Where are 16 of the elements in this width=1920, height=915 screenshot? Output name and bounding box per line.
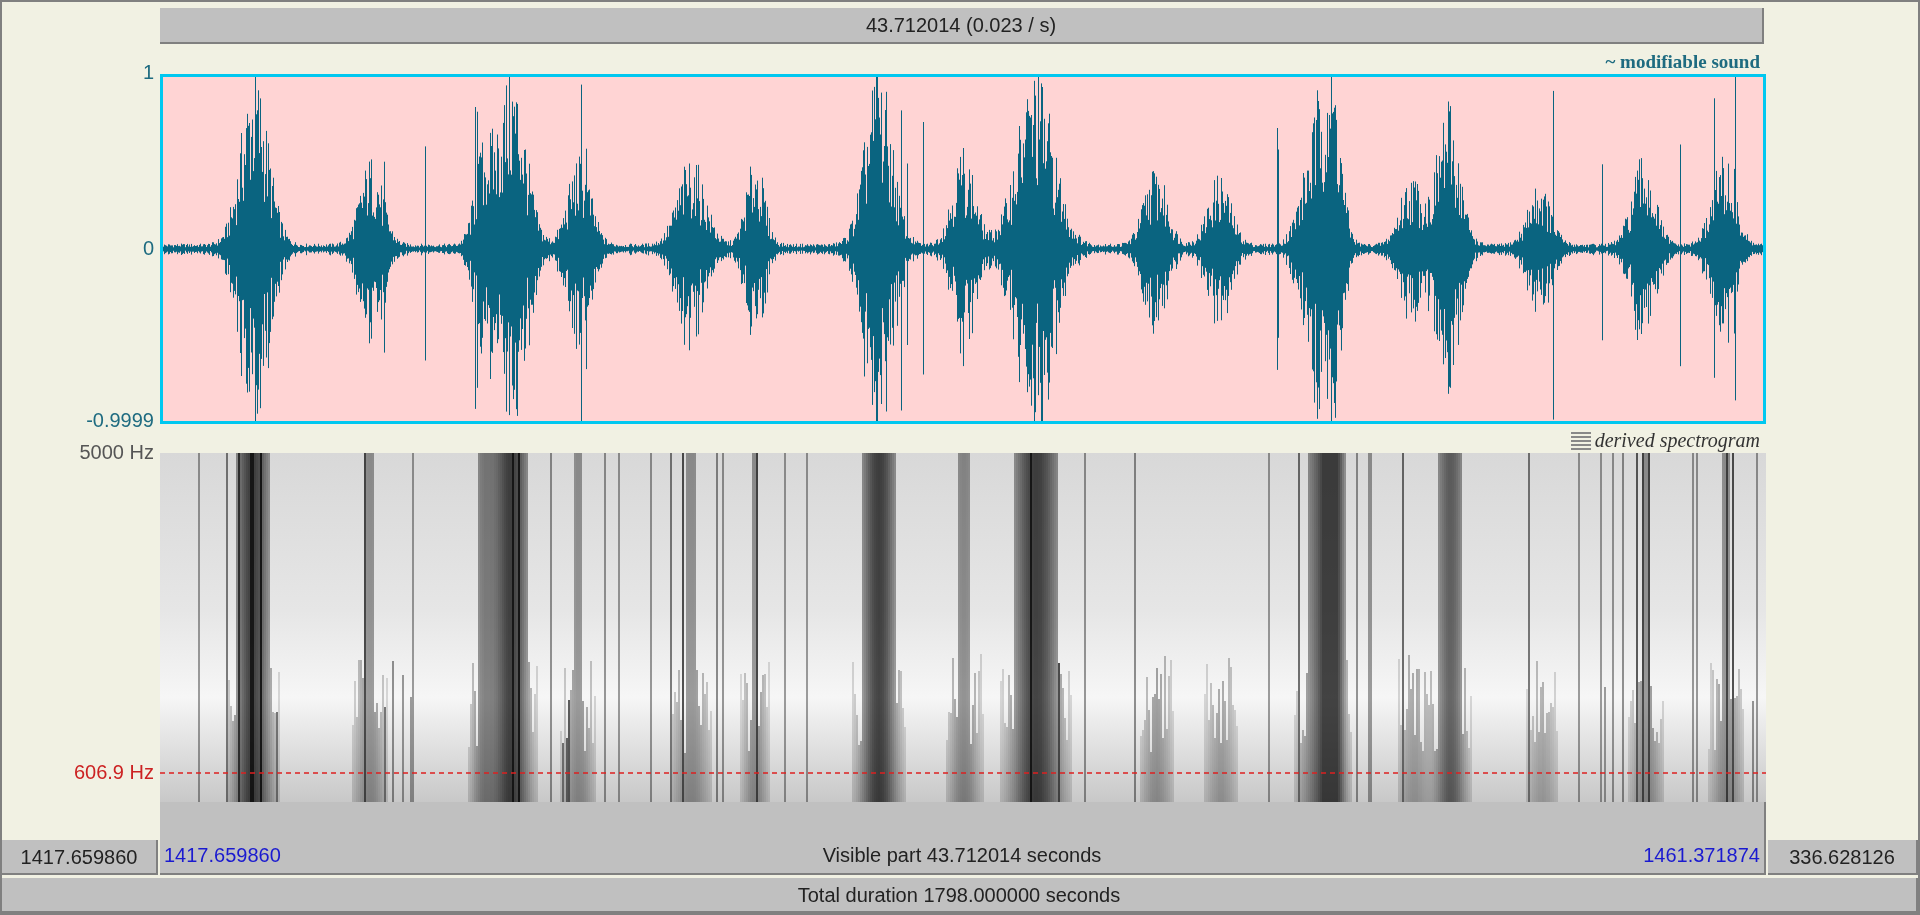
spectrogram-label: derived spectrogram — [1594, 430, 1760, 450]
axis-max-label: 1 — [142, 62, 154, 82]
selection-bar[interactable]: 43.712014 (0.023 / s) — [160, 8, 1764, 44]
end-time: 1461.371874 — [1643, 845, 1760, 865]
sound-label: ~ modifiable sound — [1605, 52, 1760, 71]
after-visible-bar[interactable]: 336.628126 — [1768, 840, 1918, 875]
visible-part-bar[interactable]: 1417.659860 Visible part 43.712014 seconds 1461.371874 — [160, 802, 1766, 875]
total-duration-bar[interactable]: Total duration 1798.000000 seconds — [2, 878, 1918, 913]
before-visible-bar[interactable]: 1417.659860 — [2, 840, 158, 875]
frequency-max-label: 5000 Hz — [79, 442, 154, 462]
start-time: 1417.659860 — [164, 845, 281, 865]
visible-part-text: Visible part 43.712014 seconds — [822, 845, 1102, 865]
spectrogram-icon — [1570, 430, 1591, 450]
axis-zero-label: 0 — [142, 238, 154, 258]
axis-min-label: -0.9999 — [86, 410, 154, 430]
cursor-frequency-label: 606.9 Hz — [73, 762, 154, 782]
